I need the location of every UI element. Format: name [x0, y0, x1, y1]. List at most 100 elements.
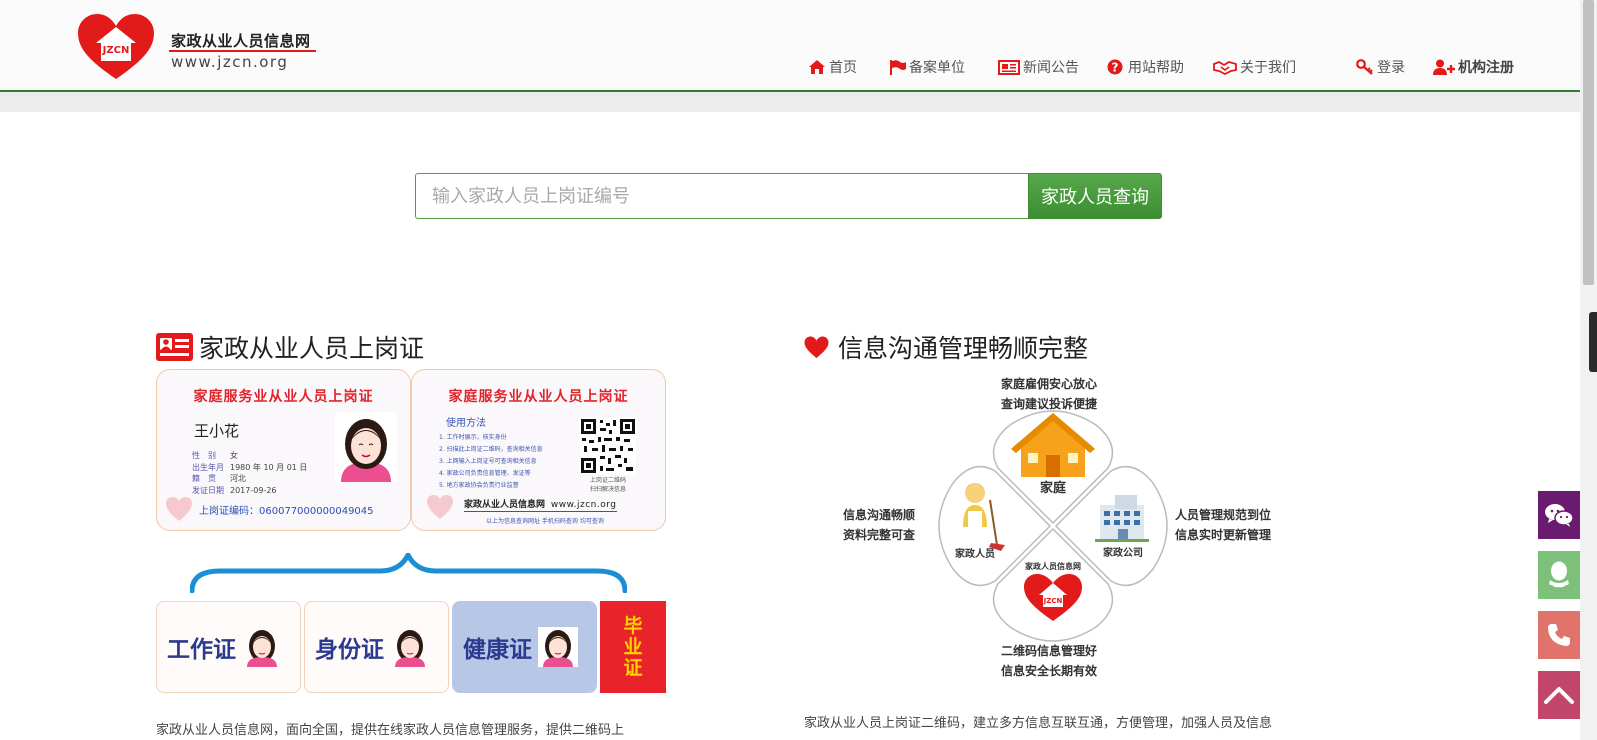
portrait-icon	[247, 630, 277, 667]
graduation-card: 毕业证	[600, 601, 666, 693]
usage-list: 1. 工作时展示，核实身份 2. 扫描此上岗证二维码，查询相关信息 3. 上网输…	[439, 432, 543, 492]
usage-item: 4. 家政公司负责信息管理、发证等	[439, 470, 531, 477]
scrollbar-thumb[interactable]	[1583, 0, 1594, 285]
brace-connector	[190, 553, 627, 593]
diagram-right-text: 人员管理规范到位 信息实时更新管理	[1175, 505, 1271, 545]
search-button[interactable]: 家政人员查询	[1028, 173, 1162, 219]
petal-bottom-logo: JZCN	[1043, 597, 1063, 605]
left-section-title-text: 家政从业人员上岗证	[199, 334, 425, 363]
nav-login[interactable]: 登录	[1356, 56, 1405, 78]
left-section-title: 家政从业人员上岗证	[156, 332, 425, 363]
portrait-icon	[335, 412, 397, 482]
usage-item: 2. 扫描此上岗证二维码，查询相关信息	[439, 446, 543, 453]
graduation-card-label: 毕业证	[623, 614, 643, 679]
card-front-fields: 性 别女 出生年月 1980 年 10 月 01 日 籍 贯河北 发证日期 2017…	[192, 450, 307, 496]
nav-org-register-label: 机构注册	[1458, 60, 1514, 76]
card-code: 上岗证编码：060077000000049045	[199, 506, 374, 517]
wechat-icon	[1545, 504, 1574, 527]
svg-text:?: ?	[1112, 61, 1119, 75]
nav-about-label: 关于我们	[1240, 60, 1296, 76]
card-back-footer-name: 家政从业人员信息网	[464, 500, 546, 510]
id-card-back: 家庭服务业从业人员上岗证 使用方法 1. 工作时展示，核实身份 2. 扫描此上岗…	[411, 369, 666, 531]
page-scrollbar[interactable]	[1580, 0, 1597, 740]
identity-card: 身份证	[304, 601, 449, 693]
diagram-text-line: 家庭雇佣安心放心	[1001, 377, 1098, 391]
card-back-note: 以上为信息查询网址 手机扫码查询 均可查询	[486, 518, 604, 525]
qq-icon	[1549, 561, 1569, 588]
right-section-title-text: 信息沟通管理畅顺完整	[838, 334, 1089, 363]
logo-text: JZCN	[102, 45, 130, 56]
petal-top-label: 家庭	[1040, 480, 1067, 496]
key-icon	[1356, 59, 1373, 75]
phone-button[interactable]	[1538, 611, 1580, 659]
heart-icon	[804, 336, 829, 358]
header-band	[0, 92, 1580, 112]
nav-home[interactable]: 首页	[808, 56, 857, 78]
health-card: 健康证	[452, 601, 597, 693]
right-section-title: 信息沟通管理畅顺完整	[804, 332, 1089, 363]
usage-item: 5. 地方家政协会负责行业监督	[439, 482, 519, 489]
diagram-text-line: 信息安全长期有效	[1001, 664, 1098, 678]
id-card-front: 家庭服务业从业人员上岗证 王小花 性 别女 出生年月 1980 年 10 月 01…	[156, 369, 411, 531]
card-holder-name: 王小花	[194, 422, 240, 440]
search-input[interactable]	[415, 173, 1028, 219]
nav-org-register[interactable]: 机构注册	[1433, 56, 1514, 78]
wechat-button[interactable]	[1538, 491, 1580, 539]
phone-icon	[1548, 624, 1570, 646]
portrait-icon	[538, 627, 578, 667]
site-name: 家政从业人员信息网	[171, 32, 311, 50]
nav-help-label: 用站帮助	[1128, 60, 1184, 76]
nav-registered-units-label: 备案单位	[909, 60, 965, 76]
identity-card-label: 身份证	[315, 637, 384, 663]
qr-caption: 上岗证二维码 扫扫解决信息	[584, 476, 632, 494]
health-card-label: 健康证	[463, 637, 532, 663]
site-url: www.jzcn.org	[171, 53, 289, 71]
usage-title: 使用方法	[446, 418, 486, 429]
diagram-text-line: 资料完整可查	[843, 528, 916, 542]
petal-bottom-title: 家政人员信息网	[1025, 561, 1081, 571]
work-permit-card: 工作证	[156, 601, 301, 693]
question-icon: ?	[1107, 59, 1123, 75]
card-field-row: 籍 贯河北	[192, 474, 246, 483]
watermark-heart-icon	[166, 497, 192, 521]
flag-icon	[890, 60, 906, 75]
nav-news-label: 新闻公告	[1023, 60, 1079, 76]
portrait-icon	[395, 630, 425, 667]
nav-help[interactable]: ? 用站帮助	[1107, 56, 1184, 78]
card-back-footer: 家政从业人员信息网 www.jzcn.org	[464, 497, 617, 512]
diagram-bottom-text: 二维码信息管理好 信息安全长期有效	[1001, 641, 1097, 681]
diagram-text-line: 信息实时更新管理	[1175, 528, 1272, 542]
card-front-heading: 家庭服务业从业人员上岗证	[193, 389, 374, 405]
diagram-text-line: 信息沟通畅顺	[843, 508, 916, 522]
watermark-heart-icon	[427, 495, 453, 519]
nav-home-label: 首页	[829, 60, 857, 76]
back-to-top-button[interactable]	[1538, 671, 1580, 719]
site-name-underline	[169, 50, 316, 52]
work-permit-label: 工作证	[167, 637, 236, 663]
diagram-text-line: 人员管理规范到位	[1175, 508, 1272, 522]
card-back-heading: 家庭服务业从业人员上岗证	[448, 389, 629, 405]
add-user-icon	[1433, 59, 1455, 75]
card-field-row: 发证日期 2017-09-26	[192, 485, 277, 495]
clover-diagram: 家庭 家政人员 家政公司 家政人员信息网 JZCN	[938, 410, 1168, 642]
diagram-left-text: 信息沟通畅顺 资料完整可查	[843, 505, 915, 545]
nav-registered-units[interactable]: 备案单位	[888, 56, 965, 78]
header: JZCN 家政从业人员信息网 www.jzcn.org 首页 备案单位 新闻公告…	[0, 0, 1580, 92]
nav-news[interactable]: 新闻公告	[998, 56, 1079, 78]
left-paragraph: 家政从业人员信息网，面向全国，提供在线家政人员信息管理服务，提供二维码上	[156, 723, 625, 738]
back-to-top-icon	[1544, 687, 1574, 704]
right-paragraph: 家政从业人员上岗证二维码，建立多方信息互联互通，方便管理，加强人员及信息	[804, 716, 1273, 731]
page: JZCN 家政从业人员信息网 www.jzcn.org 首页 备案单位 新闻公告…	[0, 0, 1597, 740]
qq-button[interactable]	[1538, 551, 1580, 599]
card-field-row: 性 别女	[192, 451, 238, 460]
qr-caption-line: 上岗证二维码	[589, 477, 626, 484]
nav-login-label: 登录	[1377, 60, 1405, 76]
nav-about[interactable]: 关于我们	[1213, 56, 1296, 78]
side-tab[interactable]	[1589, 312, 1597, 372]
usage-item: 3. 上网输入上岗证号可查询相关信息	[439, 458, 537, 465]
site-logo[interactable]: JZCN	[76, 13, 156, 81]
card-back-footer-url: www.jzcn.org	[550, 500, 617, 510]
search-bar: 家政人员查询	[415, 173, 1162, 219]
id-card-icon	[156, 333, 193, 361]
home-icon	[809, 60, 825, 74]
